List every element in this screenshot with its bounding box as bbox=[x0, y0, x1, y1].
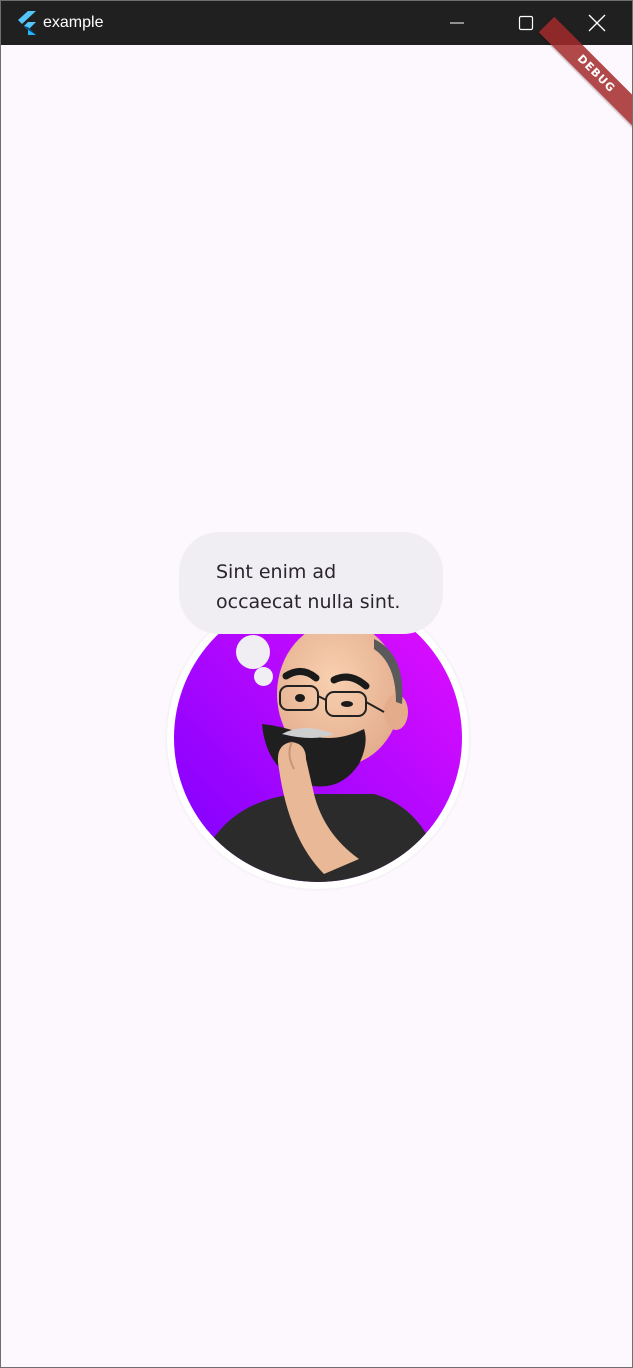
app-window: example DEBUG Sint enim ad occaecat null… bbox=[0, 0, 633, 1368]
minimize-button[interactable] bbox=[422, 1, 492, 45]
title-bar[interactable]: example bbox=[1, 1, 632, 45]
thought-bubble-text: Sint enim ad occaecat nulla sint. bbox=[216, 561, 401, 613]
thought-bubble-dot-large bbox=[236, 635, 270, 669]
flutter-logo-icon bbox=[18, 11, 36, 35]
maximize-icon bbox=[518, 15, 534, 31]
thinking-avatar-icon bbox=[174, 594, 462, 882]
window-title: example bbox=[43, 14, 104, 31]
close-icon bbox=[588, 14, 606, 32]
minimize-icon bbox=[450, 22, 464, 24]
thought-bubble-dot-small bbox=[254, 667, 273, 686]
thought-bubble: Sint enim ad occaecat nulla sint. bbox=[179, 532, 443, 634]
app-content: DEBUG Sint enim ad occaecat nulla sint. bbox=[1, 16, 632, 1367]
